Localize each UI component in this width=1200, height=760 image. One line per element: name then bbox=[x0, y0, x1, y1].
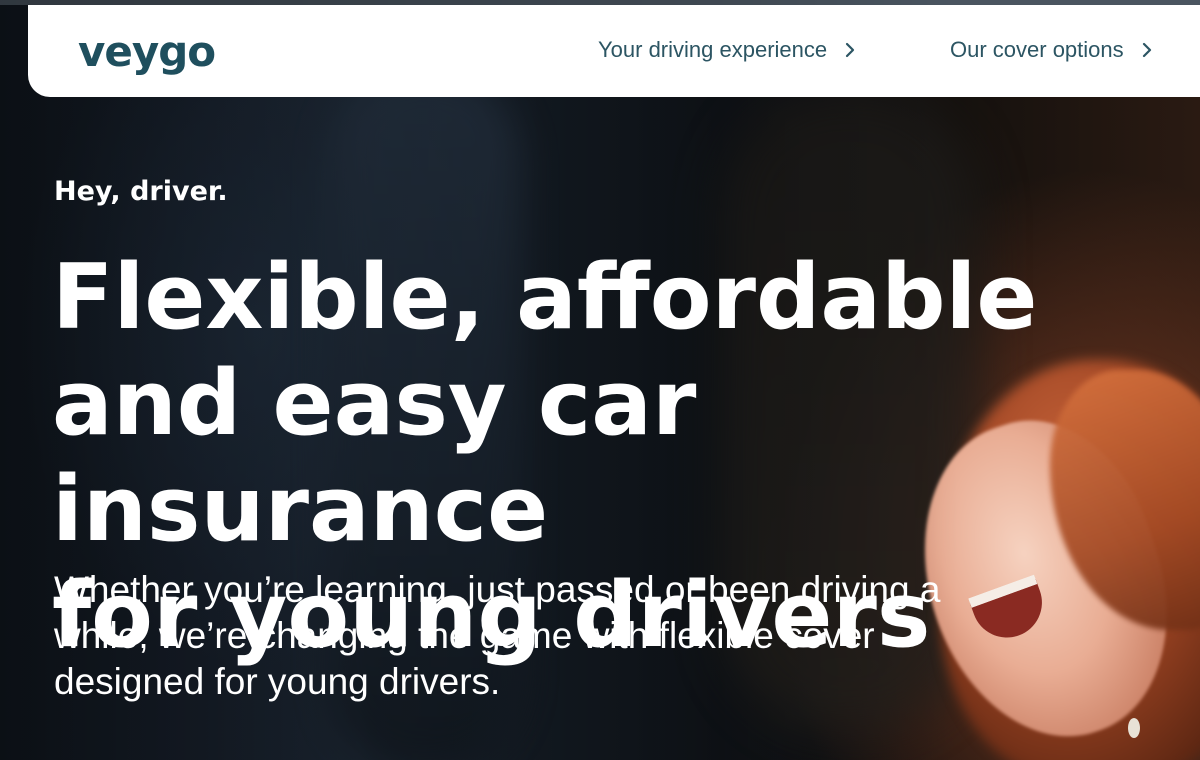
subtitle-line: designed for young drivers. bbox=[54, 661, 501, 702]
nav-your-driving-experience[interactable]: Your driving experience bbox=[598, 37, 859, 63]
chevron-right-icon bbox=[846, 42, 855, 58]
hero-subtitle: Whether you’re learning, just passed or … bbox=[54, 567, 1054, 705]
headline-line: and easy car insurance bbox=[52, 351, 697, 562]
nav-label: Your driving experience bbox=[598, 37, 828, 62]
headline-line: Flexible, affordable bbox=[52, 245, 1038, 350]
subtitle-line: Whether you’re learning, just passed or … bbox=[54, 569, 941, 610]
site-header: veygo Your driving experience Our cover … bbox=[28, 5, 1200, 97]
nav-our-cover-options[interactable]: Our cover options bbox=[950, 37, 1156, 63]
subtitle-line: while, we’re changing the game with flex… bbox=[54, 615, 875, 656]
veygo-logo[interactable]: veygo bbox=[78, 27, 216, 76]
nav-label: Our cover options bbox=[950, 37, 1124, 62]
chevron-right-icon bbox=[1142, 42, 1151, 58]
page: veygo Your driving experience Our cover … bbox=[0, 0, 1200, 760]
hero-eyebrow: Hey, driver. bbox=[54, 176, 228, 207]
